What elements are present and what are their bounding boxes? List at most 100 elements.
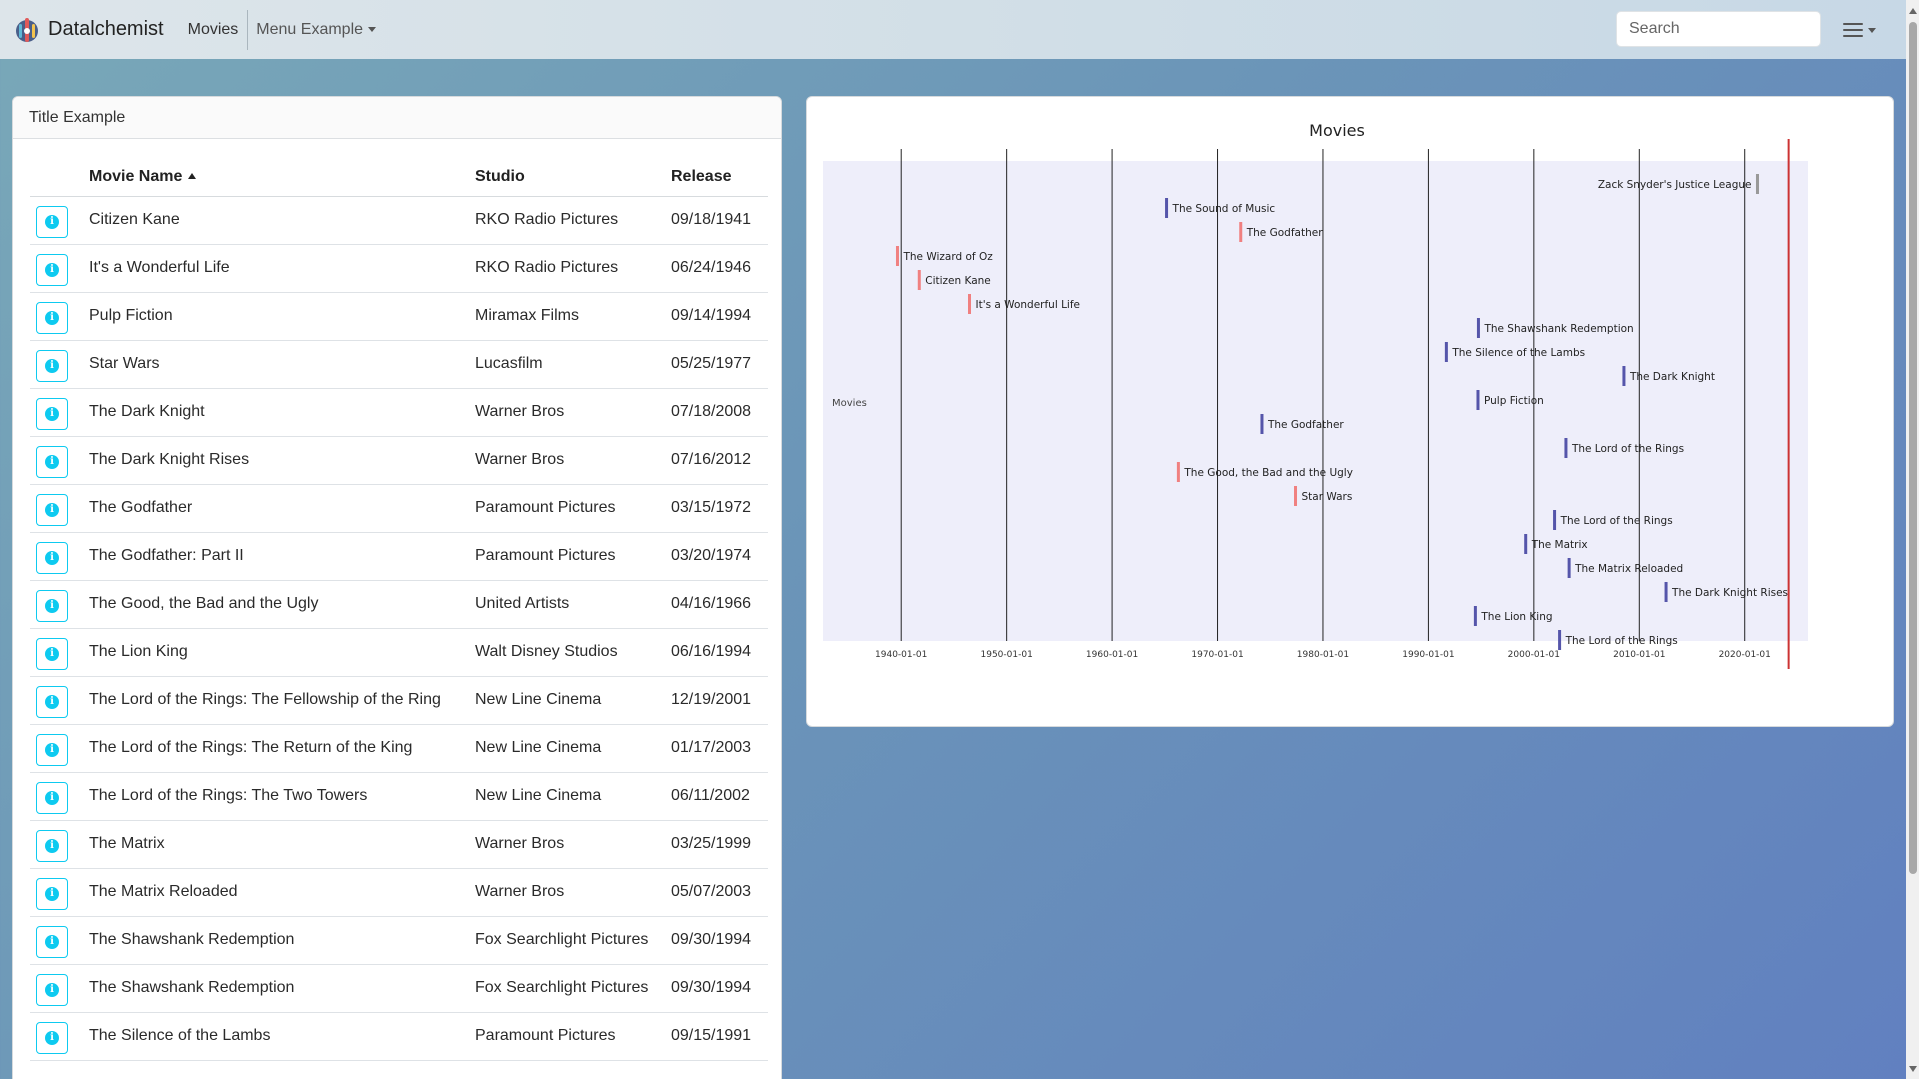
- studio-cell: Paramount Pictures: [475, 1012, 671, 1061]
- scrollbar-thumb[interactable]: [1909, 22, 1917, 874]
- table-row: i The Godfather: Part II Paramount Picture…: [30, 532, 768, 581]
- timeline-item-label[interactable]: The Godfather: [1267, 419, 1344, 431]
- timeline-item-label[interactable]: Citizen Kane: [925, 275, 991, 287]
- timeline-item-marker[interactable]: [1558, 630, 1562, 650]
- timeline-item-label[interactable]: Zack Snyder's Justice League: [1598, 179, 1752, 191]
- release-cell: 03/20/1974: [671, 532, 768, 581]
- movie-name-cell: The Matrix Reloaded: [89, 868, 475, 917]
- info-button[interactable]: i: [36, 445, 68, 478]
- release-cell: 09/14/1994: [671, 292, 768, 341]
- timeline-item-label[interactable]: The Silence of the Lambs: [1451, 347, 1585, 359]
- info-button[interactable]: i: [36, 253, 68, 286]
- timeline-item-marker[interactable]: [1567, 558, 1571, 578]
- info-button[interactable]: i: [36, 1021, 68, 1054]
- timeline-item-marker[interactable]: [1476, 318, 1480, 338]
- timeline-item-marker[interactable]: [1165, 198, 1169, 218]
- row-info-cell: i: [30, 244, 89, 293]
- x-tick-label: 1940-01-01: [875, 650, 927, 660]
- info-button[interactable]: i: [36, 541, 68, 574]
- scroll-down-arrow-icon[interactable]: [1909, 1066, 1917, 1072]
- info-button[interactable]: i: [36, 205, 68, 238]
- info-button[interactable]: i: [36, 301, 68, 334]
- timeline-item-marker[interactable]: [895, 246, 899, 266]
- release-cell: 07/16/2012: [671, 436, 768, 485]
- studio-cell: Paramount Pictures: [475, 532, 671, 581]
- info-icon: i: [45, 454, 59, 469]
- timeline-item-label[interactable]: Pulp Fiction: [1484, 395, 1544, 407]
- timeline-item-label[interactable]: The Lord of the Rings: [1560, 515, 1673, 527]
- page-scrollbar[interactable]: [1906, 0, 1919, 1079]
- timeline-item-label[interactable]: The Dark Knight: [1629, 371, 1715, 383]
- nav-link-movies[interactable]: Movies: [188, 21, 239, 39]
- caret-down-icon: [1868, 27, 1876, 33]
- timeline-item-label[interactable]: The Matrix Reloaded: [1574, 563, 1683, 575]
- info-button[interactable]: i: [36, 877, 68, 910]
- movie-name-cell: The Godfather: Part II: [89, 532, 475, 581]
- info-button[interactable]: i: [36, 493, 68, 526]
- info-icon: i: [45, 598, 59, 613]
- table-row: i It's a Wonderful Life RKO Radio Pictures…: [30, 244, 768, 293]
- studio-cell: Walt Disney Studios: [475, 628, 671, 677]
- timeline-item-marker[interactable]: [1260, 414, 1264, 434]
- info-button[interactable]: i: [36, 829, 68, 862]
- caret-down-icon: [368, 27, 377, 32]
- header-studio[interactable]: Studio: [475, 159, 671, 197]
- info-button[interactable]: i: [36, 397, 68, 430]
- timeline-item-label[interactable]: The Godfather: [1246, 227, 1323, 239]
- timeline-item-marker[interactable]: [1473, 606, 1477, 626]
- timeline-item-marker[interactable]: [1564, 438, 1568, 458]
- timeline-item-label[interactable]: The Good, the Bad and the Ugly: [1183, 467, 1353, 479]
- timeline-item-marker[interactable]: [1553, 510, 1557, 530]
- movie-name-cell: The Dark Knight Rises: [89, 436, 475, 485]
- studio-cell: United Artists: [475, 580, 671, 629]
- info-button[interactable]: i: [36, 973, 68, 1006]
- row-info-cell: i: [30, 532, 89, 581]
- timeline-item-label[interactable]: The Lord of the Rings: [1565, 635, 1678, 647]
- search-input[interactable]: [1616, 11, 1821, 47]
- timeline-item-marker[interactable]: [1239, 222, 1243, 242]
- timeline-item-marker[interactable]: [1444, 342, 1448, 362]
- timeline-item-marker[interactable]: [917, 270, 921, 290]
- info-button[interactable]: i: [36, 589, 68, 622]
- timeline-item-marker[interactable]: [1476, 390, 1480, 410]
- info-button[interactable]: i: [36, 925, 68, 958]
- hamburger-menu-button[interactable]: [1843, 18, 1883, 42]
- release-cell: 05/25/1977: [671, 340, 768, 389]
- header-release[interactable]: Release: [671, 159, 768, 197]
- nav-dropdown-menu-example[interactable]: Menu Example: [256, 21, 377, 39]
- info-button[interactable]: i: [36, 733, 68, 766]
- scroll-up-arrow-icon[interactable]: [1909, 8, 1917, 14]
- info-button[interactable]: i: [36, 637, 68, 670]
- info-button[interactable]: i: [36, 781, 68, 814]
- timeline-item-label[interactable]: The Sound of Music: [1172, 203, 1276, 215]
- timeline-item-label[interactable]: The Lion King: [1480, 611, 1552, 623]
- timeline-item-label[interactable]: The Wizard of Oz: [902, 251, 993, 263]
- timeline-item-label[interactable]: It's a Wonderful Life: [976, 299, 1081, 311]
- timeline-item-marker[interactable]: [1664, 582, 1668, 602]
- timeline-item-label[interactable]: The Matrix: [1531, 539, 1588, 551]
- release-cell: 07/18/2008: [671, 388, 768, 437]
- info-button[interactable]: i: [36, 349, 68, 382]
- timeline-item-label[interactable]: The Shawshank Redemption: [1483, 323, 1633, 335]
- studio-cell: Paramount Pictures: [475, 484, 671, 533]
- timeline-item-marker[interactable]: [1755, 174, 1759, 194]
- header-movie-name[interactable]: Movie Name: [89, 159, 475, 197]
- row-info-cell: i: [30, 388, 89, 437]
- x-tick-label: 1970-01-01: [1191, 650, 1243, 660]
- studio-cell: Lucasfilm: [475, 340, 671, 389]
- timeline-item-label[interactable]: The Dark Knight Rises: [1671, 587, 1788, 599]
- release-cell: 05/07/2003: [671, 868, 768, 917]
- release-cell: 04/16/1966: [671, 580, 768, 629]
- brand[interactable]: Datalchemist: [14, 16, 164, 44]
- timeline-item-label[interactable]: The Lord of the Rings: [1571, 443, 1684, 455]
- timeline-item-marker[interactable]: [1294, 486, 1298, 506]
- info-icon: i: [45, 502, 59, 517]
- timeline-item-marker[interactable]: [1524, 534, 1528, 554]
- timeline-item-marker[interactable]: [1622, 366, 1626, 386]
- timeline-item-marker[interactable]: [968, 294, 972, 314]
- studio-cell: Fox Searchlight Pictures: [475, 964, 671, 1013]
- info-icon: i: [45, 838, 59, 853]
- timeline-item-label[interactable]: Star Wars: [1302, 491, 1353, 503]
- timeline-item-marker[interactable]: [1176, 462, 1180, 482]
- info-button[interactable]: i: [36, 685, 68, 718]
